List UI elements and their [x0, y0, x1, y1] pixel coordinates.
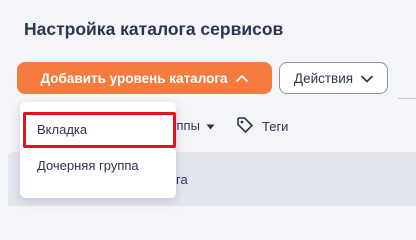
add-catalog-level-button[interactable]: Добавить уровень каталога	[17, 62, 272, 94]
add-level-dropdown-menu: Вкладка Дочерняя группа	[20, 102, 176, 198]
chevron-up-icon	[236, 74, 249, 82]
chevron-down-icon	[361, 71, 373, 86]
toolbar: Добавить уровень каталога Действия	[0, 60, 416, 94]
tags-filter-label: Теги	[262, 119, 289, 134]
actions-button[interactable]: Действия	[279, 62, 388, 94]
tags-filter[interactable]: Теги	[236, 116, 288, 137]
tag-icon	[236, 116, 254, 137]
caret-down-icon	[206, 118, 215, 133]
page-title: Настройка каталога сервисов	[24, 19, 284, 39]
page: Настройка каталога сервисов Добавить уро…	[0, 0, 416, 206]
groups-filter[interactable]: уппы	[170, 118, 215, 133]
add-catalog-level-label: Добавить уровень каталога	[40, 70, 228, 86]
menu-item-child-group[interactable]: Дочерняя группа	[37, 158, 139, 173]
highlight-box	[23, 112, 176, 148]
actions-label: Действия	[293, 70, 354, 86]
table-row-text: га	[176, 172, 188, 187]
divider	[398, 98, 416, 99]
